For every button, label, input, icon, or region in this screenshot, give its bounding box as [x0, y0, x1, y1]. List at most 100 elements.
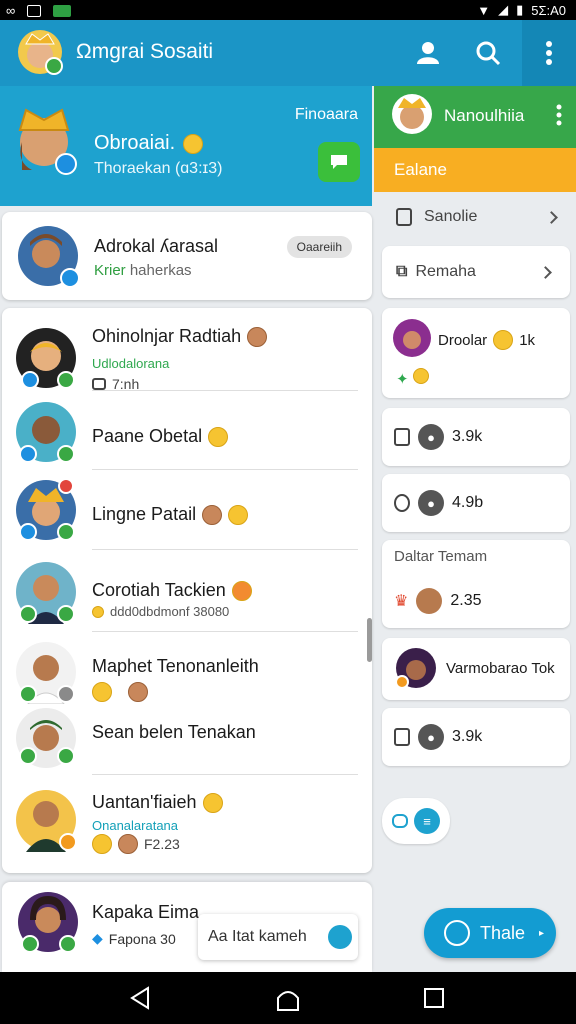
clock: 5Σ:A0 — [531, 2, 566, 18]
clipboard-icon — [394, 428, 410, 446]
emoji-icon — [231, 580, 252, 601]
list-item[interactable]: Paane Obetal — [2, 398, 372, 474]
emoji-icon — [228, 504, 249, 525]
back-icon[interactable] — [126, 984, 154, 1012]
chat-meta: ◆ Fapona 30 — [92, 930, 176, 947]
chat-name: Kapaka Eima — [92, 902, 200, 922]
avatar — [16, 478, 76, 541]
pinned-chat[interactable]: Adrokal ʎarasal Krier haherkas Oaareiih — [2, 212, 372, 300]
app-title: Ωmgrai Sosaiti — [76, 40, 214, 63]
contacts-button[interactable] — [408, 33, 448, 73]
clipboard-icon — [394, 728, 410, 746]
list-item[interactable]: Sean belen Tenakan — [2, 706, 372, 774]
avatar — [416, 588, 443, 614]
gallery-icon: ⧉ — [396, 263, 408, 280]
recents-icon[interactable] — [420, 984, 448, 1012]
list-item[interactable]: Uantan'fiaieh Onanalaratana F2.23 — [2, 782, 372, 868]
caret-icon: ▸ — [539, 927, 545, 939]
panel-card[interactable]: Droolar 1k ✦ — [382, 308, 570, 398]
hero-profile[interactable]: Obroaiai. Thoraekan (ɑ3:ɪ3) Finoaara — [0, 86, 372, 206]
sim-icon — [27, 4, 42, 17]
chat-name: Lingne Patail — [92, 504, 249, 525]
user-circle-icon: ● — [418, 724, 444, 750]
chat-reactions — [92, 682, 148, 702]
panel-tab[interactable]: Ealane — [374, 148, 576, 192]
user-circle-icon: ● — [418, 490, 444, 516]
card-title: Droolar 1k — [438, 330, 536, 350]
more-vert-icon — [546, 41, 552, 65]
chat-name: Sean belen Tenakan — [92, 722, 256, 742]
emoji-picker-icon[interactable] — [328, 925, 352, 949]
compose-icon — [444, 920, 470, 946]
avatar — [16, 402, 76, 463]
hero-tag[interactable]: Finoaara — [295, 106, 358, 124]
composer-placeholder: Aa Itat kameh — [208, 928, 307, 945]
face-emoji-icon — [202, 504, 223, 525]
avatar — [16, 790, 77, 852]
panel-nav-item[interactable]: Sanolie — [374, 194, 576, 240]
new-chat-button[interactable] — [318, 142, 360, 182]
chevron-right-icon — [539, 265, 552, 279]
face-emoji-icon — [118, 834, 138, 854]
chat-name: Adrokal ʎarasal — [94, 236, 219, 256]
emoji-icon — [92, 834, 112, 854]
chat-label-pill: Oaareiih — [286, 236, 352, 258]
chat-preview: Udlodalorana — [92, 356, 170, 371]
chat-bubble-icon — [392, 814, 408, 828]
panel-avatar[interactable] — [390, 92, 434, 136]
panel-card[interactable]: ● 4.9b — [382, 474, 570, 532]
avatar — [18, 226, 80, 288]
panel-action-pill[interactable]: ≡ — [382, 798, 450, 844]
chat-name: Paane Obetal — [92, 426, 229, 447]
divider — [92, 390, 358, 391]
side-panel-header: Nanoulhiia — [374, 86, 576, 148]
diamond-icon: ◆ — [92, 930, 103, 946]
panel-card[interactable]: Daltar Temam ♛ 2.35 — [382, 540, 570, 628]
hero-name: Obroaiai. — [94, 132, 204, 155]
hero-subtitle: Thoraekan (ɑ3:ɪ3) — [94, 160, 223, 177]
folder-icon — [396, 208, 412, 226]
chat-list: Ohinolnjar Radtiah Udlodalorana 7:nh Paa… — [2, 308, 372, 873]
list-item[interactable]: Maphet Tenonanleith — [2, 638, 372, 708]
reaction-icons: ✦ — [396, 368, 429, 388]
status-bar: ∞ ▼ ◢ ▮ 5Σ:A0 — [0, 0, 576, 20]
emoji-icon — [92, 605, 104, 618]
avatar — [16, 328, 76, 389]
avatar — [18, 892, 78, 953]
profile-avatar[interactable] — [16, 28, 64, 76]
battery-saver-icon — [53, 4, 72, 17]
wifi-icon: ▼ — [477, 2, 491, 18]
chevron-right-icon — [545, 210, 558, 224]
image-icon — [92, 378, 106, 390]
list-item[interactable]: Lingne Patail — [2, 476, 372, 552]
emoji-icon — [202, 792, 223, 813]
panel-nav-item[interactable]: ⧉ Remaha — [382, 246, 570, 298]
panel-title: Nanoulhiia — [444, 106, 525, 125]
message-composer[interactable]: Aa Itat kameh — [198, 914, 358, 960]
sliders-icon: ≡ — [414, 808, 440, 834]
link-icon: ∞ — [6, 3, 16, 18]
divider — [92, 469, 358, 470]
chat-preview: Onanalaratana — [92, 818, 179, 833]
chat-meta: F2.23 — [92, 834, 180, 854]
panel-card[interactable]: Varmobarao Tok — [382, 638, 570, 700]
compose-fab[interactable]: Thale ▸ — [424, 908, 556, 958]
chat-name: Corotiah Tackien — [92, 580, 252, 601]
search-icon — [476, 41, 501, 66]
chat-name: Ohinolnjar Radtiah — [92, 326, 268, 347]
divider — [92, 631, 358, 632]
smile-emoji-icon — [183, 133, 204, 154]
more-vert-icon[interactable] — [556, 104, 562, 126]
hero-avatar — [18, 108, 77, 175]
list-item[interactable]: Corotiah Tackien ddd0dbdmonf 38080 — [2, 556, 372, 636]
panel-card[interactable]: ● 3.9k — [382, 708, 570, 766]
scrollbar[interactable] — [367, 618, 372, 662]
panel-card[interactable]: ● 3.9k — [382, 408, 570, 466]
home-icon[interactable] — [274, 984, 302, 1012]
search-button[interactable] — [468, 33, 508, 73]
avatar — [393, 319, 431, 357]
overflow-menu-button[interactable] — [522, 20, 576, 86]
crown-icon: ♛ — [394, 593, 409, 610]
chat-meta: ddd0dbdmonf 38080 — [92, 604, 229, 619]
signal-icon: ◢ — [498, 2, 509, 17]
